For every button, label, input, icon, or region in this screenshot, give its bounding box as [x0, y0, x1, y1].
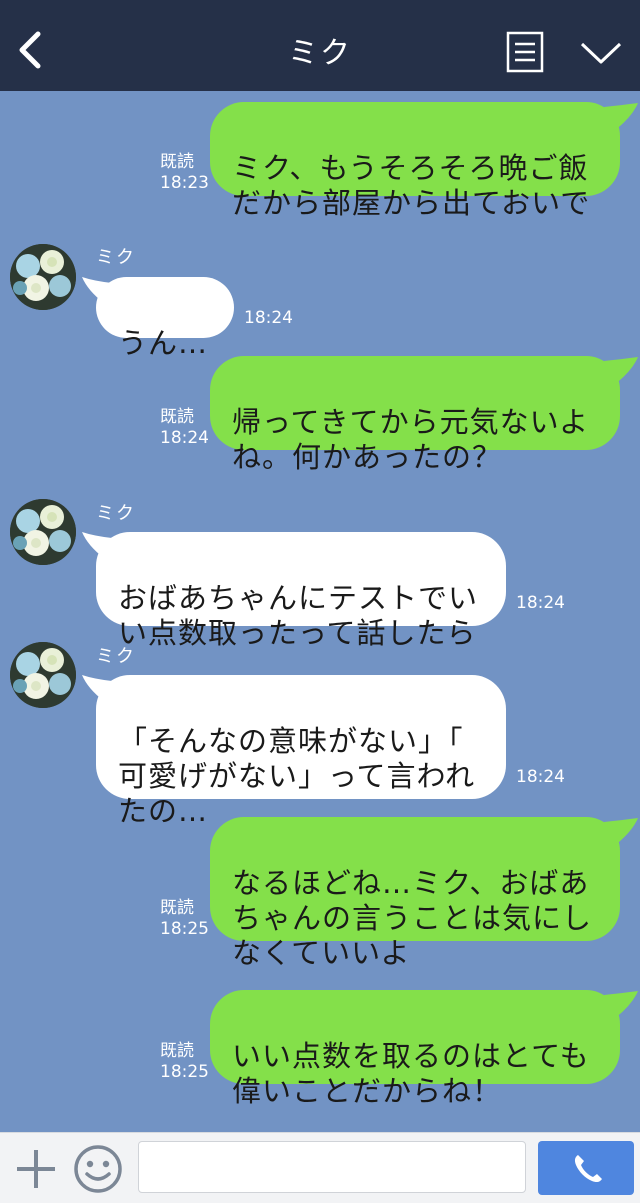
bubble-tail	[604, 357, 638, 385]
message-read-status: 既読 18:25	[160, 898, 209, 939]
message-text: 帰ってきてから元気ないよ ね。何かあったの？	[232, 405, 590, 474]
phone-icon	[574, 1155, 602, 1183]
call-button[interactable]	[538, 1141, 634, 1195]
sender-name: ミク	[96, 503, 136, 524]
sent-message-bubble[interactable]: なるほどね…ミク、おばあ ちゃんの言うことは気にし なくていいよ	[210, 817, 620, 970]
message-composer	[0, 1132, 640, 1203]
chat-title: ミク	[288, 36, 352, 71]
message-input[interactable]	[138, 1141, 526, 1193]
message-text: ミク、もうそろそろ晩ご飯 だから部屋から出ておいで	[232, 151, 591, 220]
chat-header: ミク	[0, 0, 640, 91]
sent-message-bubble[interactable]: 帰ってきてから元気ないよ ね。何かあったの？	[210, 356, 620, 474]
message-time: 18:24	[244, 308, 293, 328]
message-text: おばあちゃんにテストでい い点数取ったって話したら	[118, 581, 479, 650]
chevron-down-icon[interactable]	[578, 38, 624, 68]
rose-bouquet-avatar-image	[10, 244, 76, 310]
sender-name: ミク	[96, 646, 136, 667]
bubble-tail	[604, 103, 638, 131]
message-text: 「そんなの意味がない」「 可愛げがない」って言われ たの…	[118, 724, 476, 828]
message-read-status: 既読 18:24	[160, 407, 209, 448]
message-read-status: 既読 18:25	[160, 1041, 209, 1082]
message-text: いい点数を取るのはとても 偉いことだからね！	[232, 1039, 590, 1108]
plus-icon[interactable]	[14, 1147, 58, 1191]
smile-icon[interactable]	[72, 1143, 124, 1195]
message-text: うん…	[118, 326, 209, 360]
memo-icon[interactable]	[506, 31, 544, 73]
rose-bouquet-avatar-image	[10, 642, 76, 708]
received-message-bubble[interactable]: おばあちゃんにテストでい い点数取ったって話したら	[96, 532, 506, 650]
message-text: なるほどね…ミク、おばあ ちゃんの言うことは気にし なくていいよ	[232, 866, 593, 970]
sent-message-bubble[interactable]: いい点数を取るのはとても 偉いことだからね！	[210, 990, 620, 1108]
received-message-bubble[interactable]: うん…	[96, 277, 234, 360]
bubble-tail	[604, 991, 638, 1019]
message-read-status: 既読 18:23	[160, 152, 209, 193]
message-time: 18:24	[516, 593, 565, 613]
sender-name: ミク	[96, 247, 136, 268]
rose-bouquet-avatar-image	[10, 499, 76, 565]
chat-area[interactable]: 既読 18:23 ミク、もうそろそろ晩ご飯 だから部屋から出ておいで ミク うん…	[0, 91, 640, 1132]
avatar[interactable]	[10, 499, 76, 565]
bubble-tail	[604, 818, 638, 846]
received-message-bubble[interactable]: 「そんなの意味がない」「 可愛げがない」って言われ たの…	[96, 675, 506, 828]
sent-message-bubble[interactable]: ミク、もうそろそろ晩ご飯 だから部屋から出ておいで	[210, 102, 620, 220]
avatar[interactable]	[10, 642, 76, 708]
message-time: 18:24	[516, 767, 565, 787]
avatar[interactable]	[10, 244, 76, 310]
